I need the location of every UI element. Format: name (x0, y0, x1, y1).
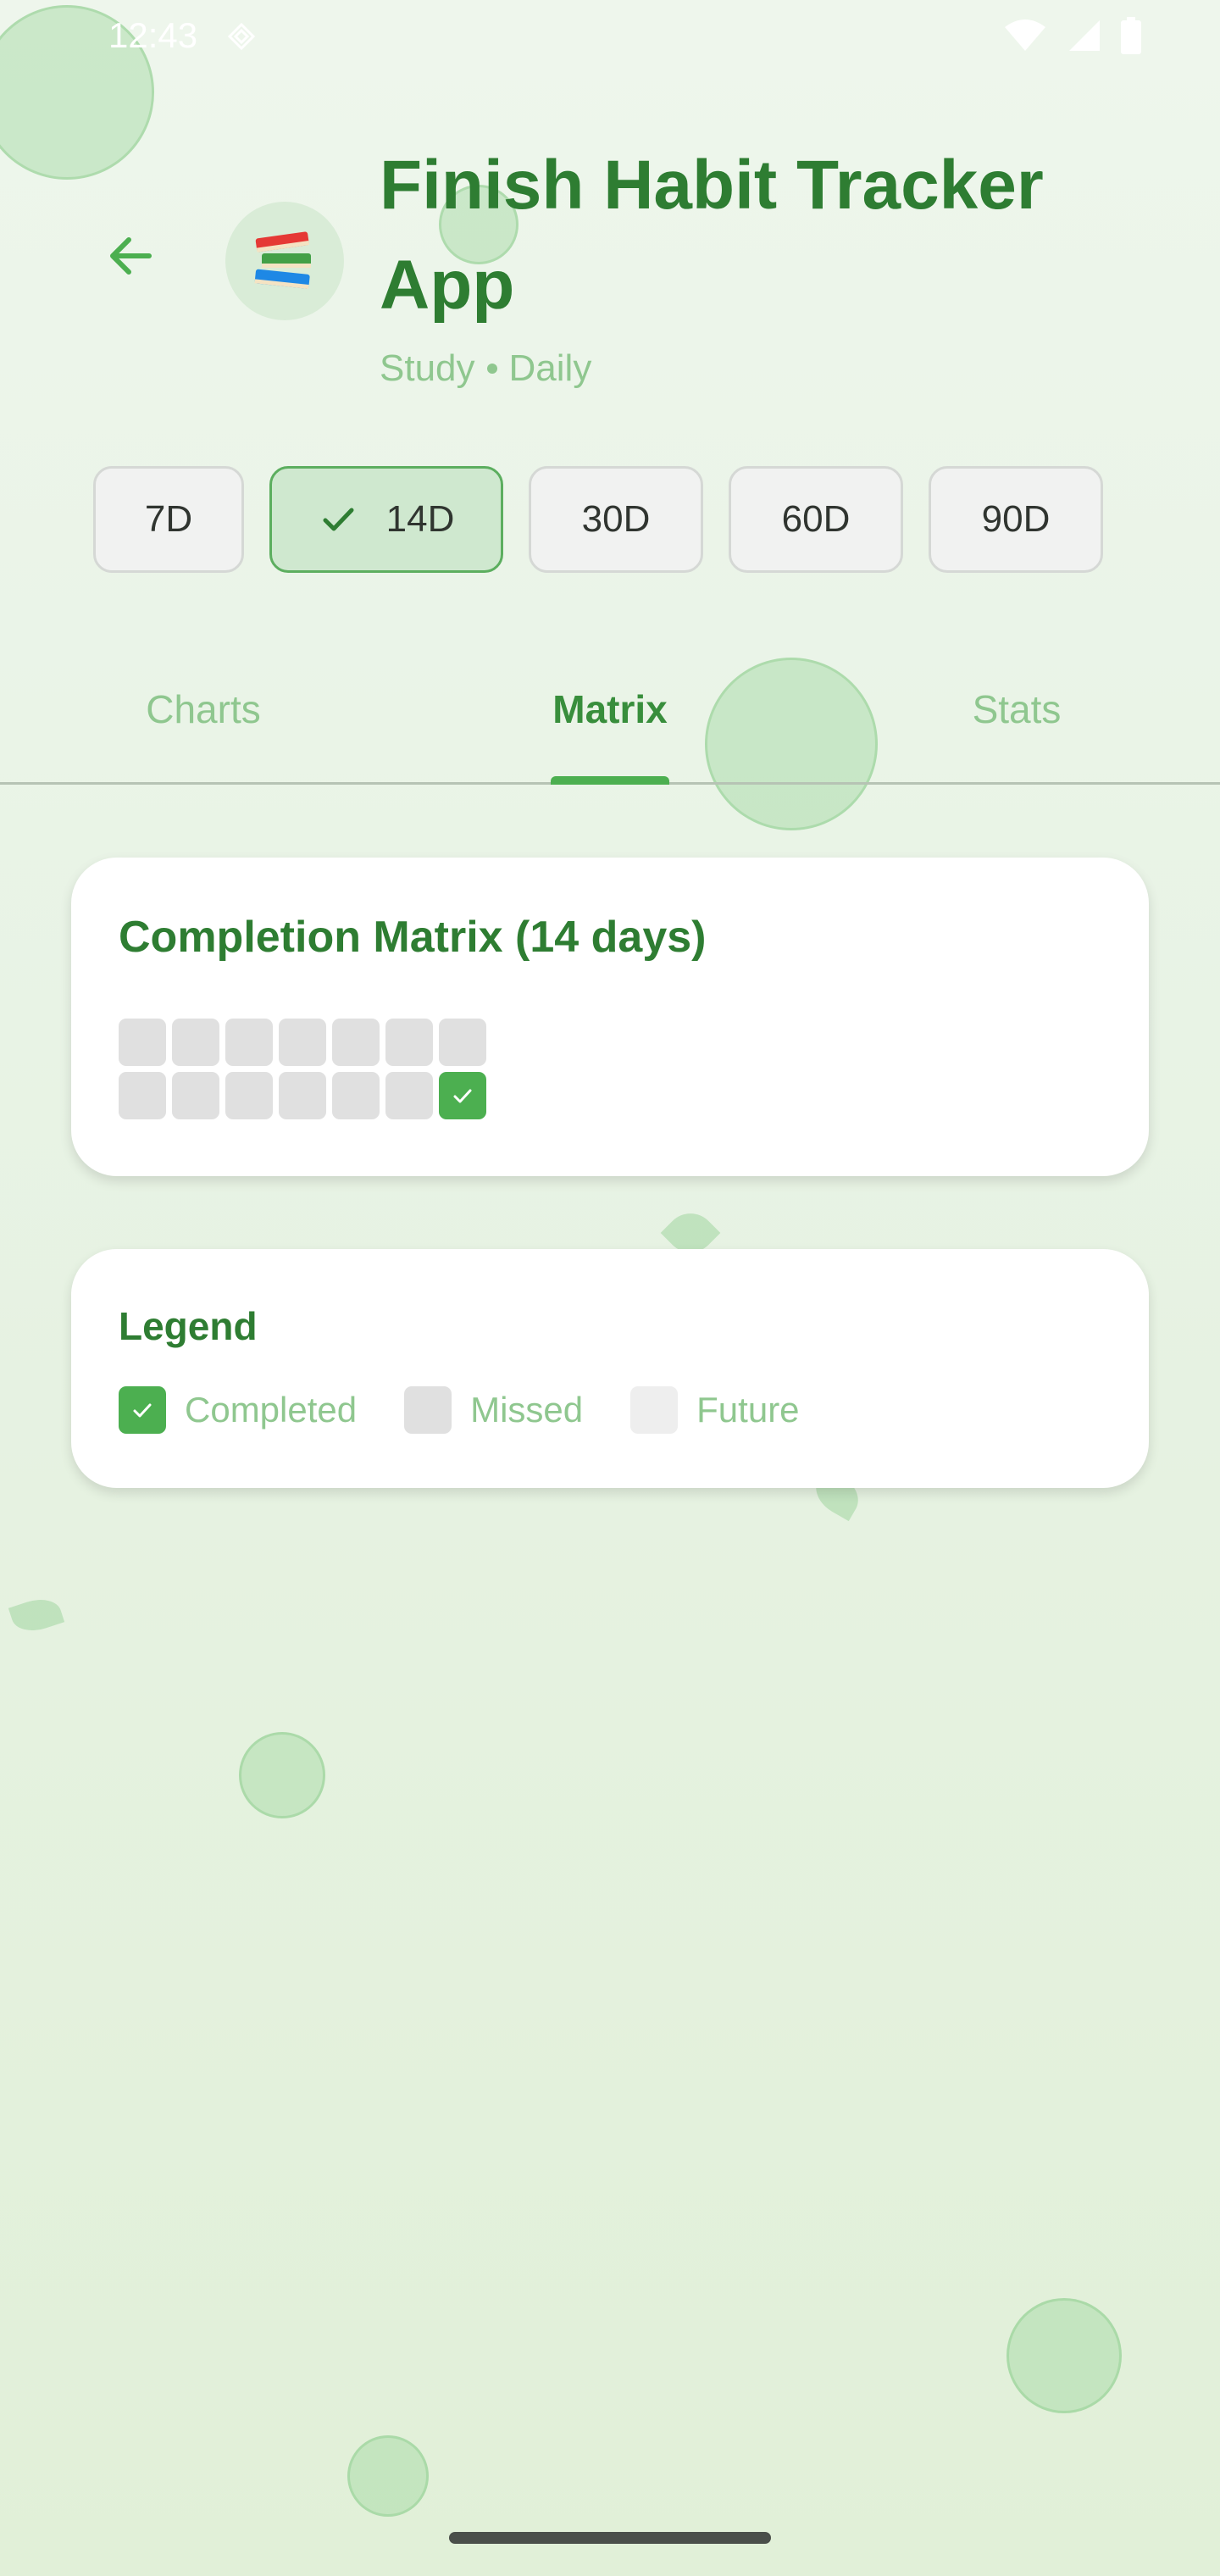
habit-category: Study (380, 347, 475, 389)
legend-item-future: Future (630, 1386, 800, 1434)
notification-diamond-icon (227, 22, 256, 51)
legend-card: Legend Completed Missed Future (71, 1249, 1149, 1488)
completed-swatch (119, 1386, 166, 1434)
matrix-cell-missed (279, 1072, 326, 1119)
wifi-icon (1005, 19, 1045, 51)
matrix-cell-missed (172, 1019, 219, 1066)
books-icon (254, 231, 311, 289)
legend-items: Completed Missed Future (119, 1386, 1149, 1434)
matrix-cell-missed (119, 1019, 166, 1066)
page-title: Finish Habit Tracker App (380, 147, 1044, 324)
active-tab-indicator (551, 776, 669, 785)
chip-label: 60D (781, 498, 851, 540)
background-bubble (239, 1732, 325, 1818)
tab-bar: Charts Matrix Stats (0, 652, 1220, 785)
matrix-cell-missed (279, 1019, 326, 1066)
matrix-cell-missed (225, 1019, 273, 1066)
habit-meta: Study Daily (380, 347, 1142, 390)
background-leaf (8, 1592, 65, 1638)
matrix-cell-missed (225, 1072, 273, 1119)
range-selector: 7D 14D 30D 60D 90D (93, 466, 1103, 573)
missed-swatch (404, 1386, 452, 1434)
matrix-cell-missed (439, 1019, 486, 1066)
legend-title: Legend (119, 1304, 258, 1348)
range-chip-14d[interactable]: 14D (269, 466, 503, 573)
range-chip-30d[interactable]: 30D (529, 466, 703, 573)
habit-header: Finish Habit Tracker App Study Daily (380, 136, 1142, 390)
home-indicator[interactable] (449, 2532, 771, 2544)
completion-matrix-card: Completion Matrix (14 days) (71, 858, 1149, 1176)
status-time: 12:43 (108, 15, 198, 55)
chip-label: 90D (981, 498, 1051, 540)
check-icon (133, 1403, 152, 1418)
completion-matrix (119, 1019, 1149, 1119)
range-chip-60d[interactable]: 60D (729, 466, 903, 573)
future-swatch (630, 1386, 679, 1434)
matrix-cell-completed (439, 1072, 486, 1119)
check-icon (453, 1089, 472, 1103)
back-button[interactable] (95, 220, 166, 291)
status-bar: 12:43 (0, 0, 1220, 71)
arrow-left-icon (110, 237, 152, 275)
range-chip-7d[interactable]: 7D (93, 466, 244, 573)
chip-label: 30D (581, 498, 651, 540)
battery-icon (1121, 17, 1141, 54)
background-bubble (1006, 2298, 1122, 2413)
background-bubble (347, 2435, 429, 2517)
tab-charts[interactable]: Charts (146, 686, 260, 732)
matrix-cell-missed (119, 1072, 166, 1119)
legend-label: Missed (470, 1390, 584, 1430)
matrix-cell-missed (332, 1019, 380, 1066)
habit-frequency: Daily (508, 347, 592, 389)
chip-label: 14D (385, 498, 455, 540)
range-chip-90d[interactable]: 90D (929, 466, 1103, 573)
separator-dot (486, 364, 497, 374)
legend-item-missed: Missed (404, 1386, 583, 1434)
matrix-cell-missed (385, 1072, 433, 1119)
check-icon (319, 500, 358, 539)
status-icons (1003, 17, 1142, 54)
legend-label: Completed (185, 1390, 358, 1430)
tab-stats[interactable]: Stats (973, 686, 1062, 732)
habit-avatar (225, 202, 344, 320)
legend-label: Future (696, 1390, 800, 1430)
signal-icon (1069, 20, 1100, 51)
matrix-cell-missed (385, 1019, 433, 1066)
card-title: Completion Matrix (14 days) (119, 913, 707, 962)
tab-matrix[interactable]: Matrix (552, 686, 667, 732)
legend-item-completed: Completed (119, 1386, 357, 1434)
matrix-cell-missed (332, 1072, 380, 1119)
chip-label: 7D (144, 498, 193, 540)
matrix-cell-missed (172, 1072, 219, 1119)
